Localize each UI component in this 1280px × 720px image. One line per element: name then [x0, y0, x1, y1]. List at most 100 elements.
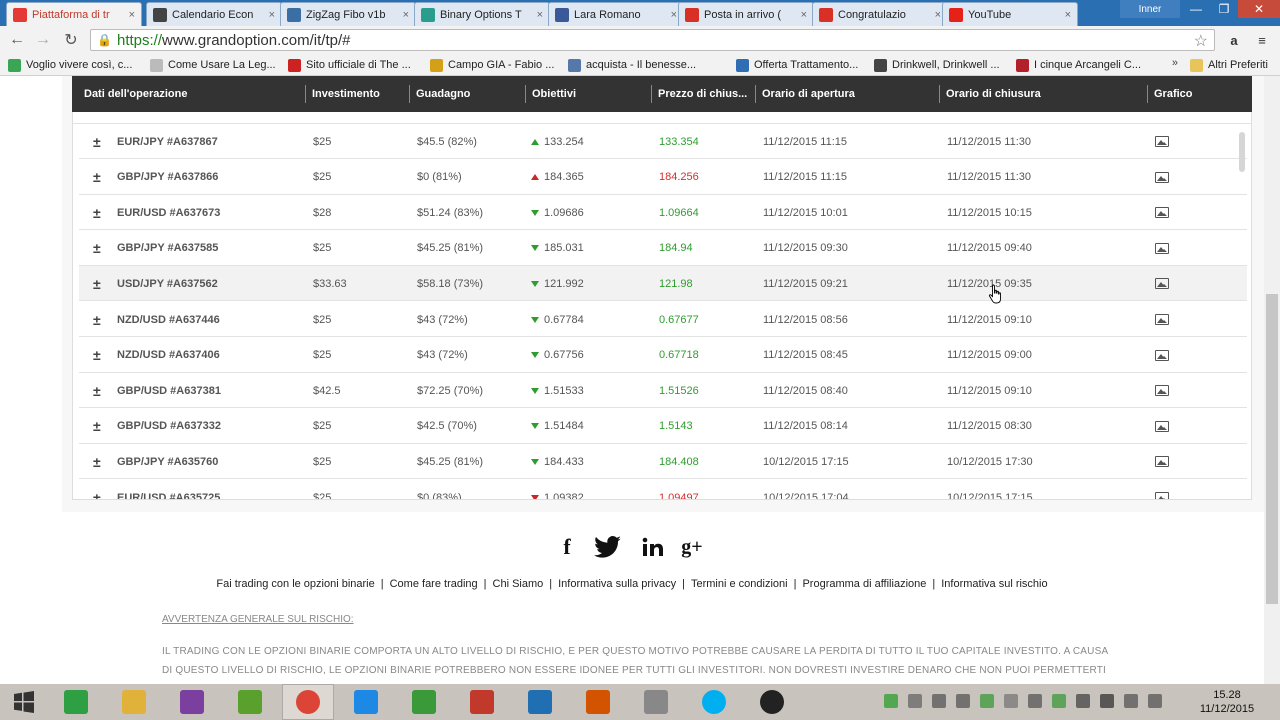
- bookmark-item[interactable]: Sito ufficiale di The ...: [288, 57, 411, 73]
- tray-app2-icon[interactable]: [1052, 694, 1066, 708]
- bookmark-item[interactable]: Voglio vivere così, c...: [8, 57, 132, 73]
- table-row[interactable]: ± GBP/USD #A637381 $42.5 $72.25 (70%) 1.5153…: [79, 373, 1247, 409]
- start-button[interactable]: [0, 684, 48, 720]
- taskbar-app-button[interactable]: [398, 684, 450, 720]
- column-header[interactable]: Prezzo di chius...: [658, 76, 756, 112]
- expand-toggle[interactable]: ±: [93, 302, 101, 337]
- bookmark-item[interactable]: Offerta Trattamento...: [736, 57, 858, 73]
- chart-button[interactable]: [1155, 409, 1169, 444]
- taskbar-app-button[interactable]: [224, 684, 276, 720]
- column-header[interactable]: Obiettivi: [532, 76, 652, 112]
- tray-app-icon[interactable]: [884, 694, 898, 708]
- expand-toggle[interactable]: ±: [93, 338, 101, 373]
- chart-button[interactable]: [1155, 160, 1169, 195]
- column-header[interactable]: Orario di apertura: [762, 76, 942, 112]
- menu-icon[interactable]: ≡: [1252, 31, 1272, 49]
- twitter-link[interactable]: [592, 532, 624, 562]
- column-header[interactable]: Dati dell'operazione: [84, 76, 304, 112]
- profile-button[interactable]: Inner: [1120, 0, 1180, 18]
- tab-close-icon[interactable]: ×: [801, 9, 807, 21]
- expand-toggle[interactable]: ±: [93, 444, 101, 479]
- other-bookmarks-folder[interactable]: Altri Preferiti: [1190, 57, 1268, 73]
- tab-close-icon[interactable]: ×: [403, 9, 409, 21]
- tab-close-icon[interactable]: ×: [671, 9, 677, 21]
- monitor-icon[interactable]: [1076, 694, 1090, 708]
- table-row[interactable]: ± EUR/USD #A635725 $25 $0 (83%) 1.09382 1.094…: [79, 480, 1247, 500]
- taskbar-app-button[interactable]: [630, 684, 682, 720]
- tab-close-icon[interactable]: ×: [269, 9, 275, 21]
- bookmark-item[interactable]: Come Usare La Leg...: [150, 57, 276, 73]
- trades-table-body[interactable]: ± EUR/USD #A635725 $25 $0 (83%) 1.09382 1.094…: [72, 112, 1252, 500]
- taskbar-app-button[interactable]: [572, 684, 624, 720]
- restore-button[interactable]: ❐: [1210, 0, 1238, 18]
- address-bar[interactable]: 🔒 https:// www.grandoption.com/it/tp/# ☆: [90, 29, 1215, 51]
- taskbar-app-button[interactable]: [456, 684, 508, 720]
- bookmark-item[interactable]: I cinque Arcangeli C...: [1016, 57, 1141, 73]
- footer-link[interactable]: Fai trading con le opzioni binarie: [216, 578, 374, 590]
- chart-button[interactable]: [1155, 338, 1169, 373]
- taskbar-app-button[interactable]: [282, 684, 334, 720]
- expand-toggle[interactable]: ±: [93, 266, 101, 301]
- footer-link[interactable]: Informativa sul rischio: [941, 578, 1047, 590]
- column-header[interactable]: Orario di chiusura: [946, 76, 1146, 112]
- chart-button[interactable]: [1155, 266, 1169, 301]
- footer-link[interactable]: Chi Siamo: [493, 578, 544, 590]
- expand-toggle[interactable]: ±: [93, 195, 101, 230]
- expand-toggle[interactable]: ±: [93, 160, 101, 195]
- keyboard-icon[interactable]: [1148, 694, 1162, 708]
- footer-link[interactable]: Come fare trading: [390, 578, 478, 590]
- page-scrollbar[interactable]: [1264, 76, 1280, 684]
- bookmarks-more-button[interactable]: »: [1172, 57, 1178, 69]
- bookmark-item[interactable]: Drinkwell, Drinkwell ...: [874, 57, 1000, 73]
- column-header[interactable]: Investimento: [312, 76, 412, 112]
- chart-button[interactable]: [1155, 444, 1169, 479]
- taskbar-app-button[interactable]: [166, 684, 218, 720]
- table-row[interactable]: ± USD/JPY #A637562 $33.63 $58.18 (73%) 121.9…: [79, 266, 1247, 302]
- minimize-button[interactable]: —: [1182, 0, 1210, 18]
- bookmark-item[interactable]: Campo GIA - Fabio ...: [430, 57, 554, 73]
- browser-tab[interactable]: Congratulazio ×: [812, 2, 948, 26]
- browser-tab[interactable]: Lara Romano ×: [548, 2, 684, 26]
- taskbar-app-button[interactable]: [688, 684, 740, 720]
- chart-button[interactable]: [1155, 124, 1169, 159]
- chart-button[interactable]: [1155, 302, 1169, 337]
- tab-close-icon[interactable]: ×: [129, 9, 135, 21]
- chart-button[interactable]: [1155, 480, 1169, 499]
- table-row[interactable]: ± NZD/USD #A637406 $25 $43 (72%) 0.67756 0.67…: [79, 338, 1247, 373]
- tray-green-icon[interactable]: [980, 694, 994, 708]
- table-row[interactable]: ± EUR/USD #A637673 $28 $51.24 (83%) 1.09686 1…: [79, 195, 1247, 231]
- browser-tab[interactable]: Posta in arrivo (×: [678, 2, 814, 26]
- expand-toggle[interactable]: ±: [93, 231, 101, 266]
- tab-close-icon[interactable]: ×: [1065, 9, 1071, 21]
- taskbar-app-button[interactable]: [50, 684, 102, 720]
- expand-toggle[interactable]: ±: [93, 124, 101, 159]
- flag-icon[interactable]: [1100, 694, 1114, 708]
- table-row[interactable]: ± GBP/USD #A637332 $25 $42.5 (70%) 1.51484 1.…: [79, 409, 1247, 444]
- tab-close-icon[interactable]: ×: [935, 9, 941, 21]
- expand-toggle[interactable]: ±: [93, 409, 101, 444]
- volume-icon[interactable]: [908, 694, 922, 708]
- system-clock[interactable]: 15.28 11/12/2015: [1192, 688, 1262, 716]
- facebook-link[interactable]: f: [556, 532, 578, 562]
- table-row[interactable]: ± GBP/JPY #A637585 $25 $45.25 (81%) 185.031 1…: [79, 231, 1247, 266]
- taskbar-app-button[interactable]: [514, 684, 566, 720]
- browser-tab[interactable]: YouTube ×: [942, 2, 1078, 26]
- footer-link[interactable]: Informativa sulla privacy: [558, 578, 676, 590]
- battery-icon[interactable]: [932, 694, 946, 708]
- bookmark-star-icon[interactable]: ☆: [1194, 31, 1208, 51]
- back-button[interactable]: ←: [6, 30, 28, 50]
- table-row[interactable]: ± EUR/JPY #A637867 $25 $45.5 (82%) 133.254 13…: [79, 124, 1247, 159]
- chart-button[interactable]: [1155, 373, 1169, 408]
- table-row[interactable]: ± GBP/JPY #A635760 $25 $45.25 (81%) 184.433 1…: [79, 444, 1247, 480]
- reload-button[interactable]: ↻: [60, 30, 82, 50]
- page-scrollbar-thumb[interactable]: [1266, 294, 1278, 604]
- onedrive-icon[interactable]: [1004, 694, 1018, 708]
- action-center-icon[interactable]: [1124, 694, 1138, 708]
- network-icon[interactable]: [1028, 694, 1042, 708]
- close-window-button[interactable]: ✕: [1238, 0, 1280, 18]
- expand-toggle[interactable]: ±: [93, 373, 101, 408]
- footer-link[interactable]: Termini e condizioni: [691, 578, 788, 590]
- tab-close-icon[interactable]: ×: [537, 9, 543, 21]
- windows-tray-icon[interactable]: [956, 694, 970, 708]
- expand-toggle[interactable]: ±: [93, 480, 101, 500]
